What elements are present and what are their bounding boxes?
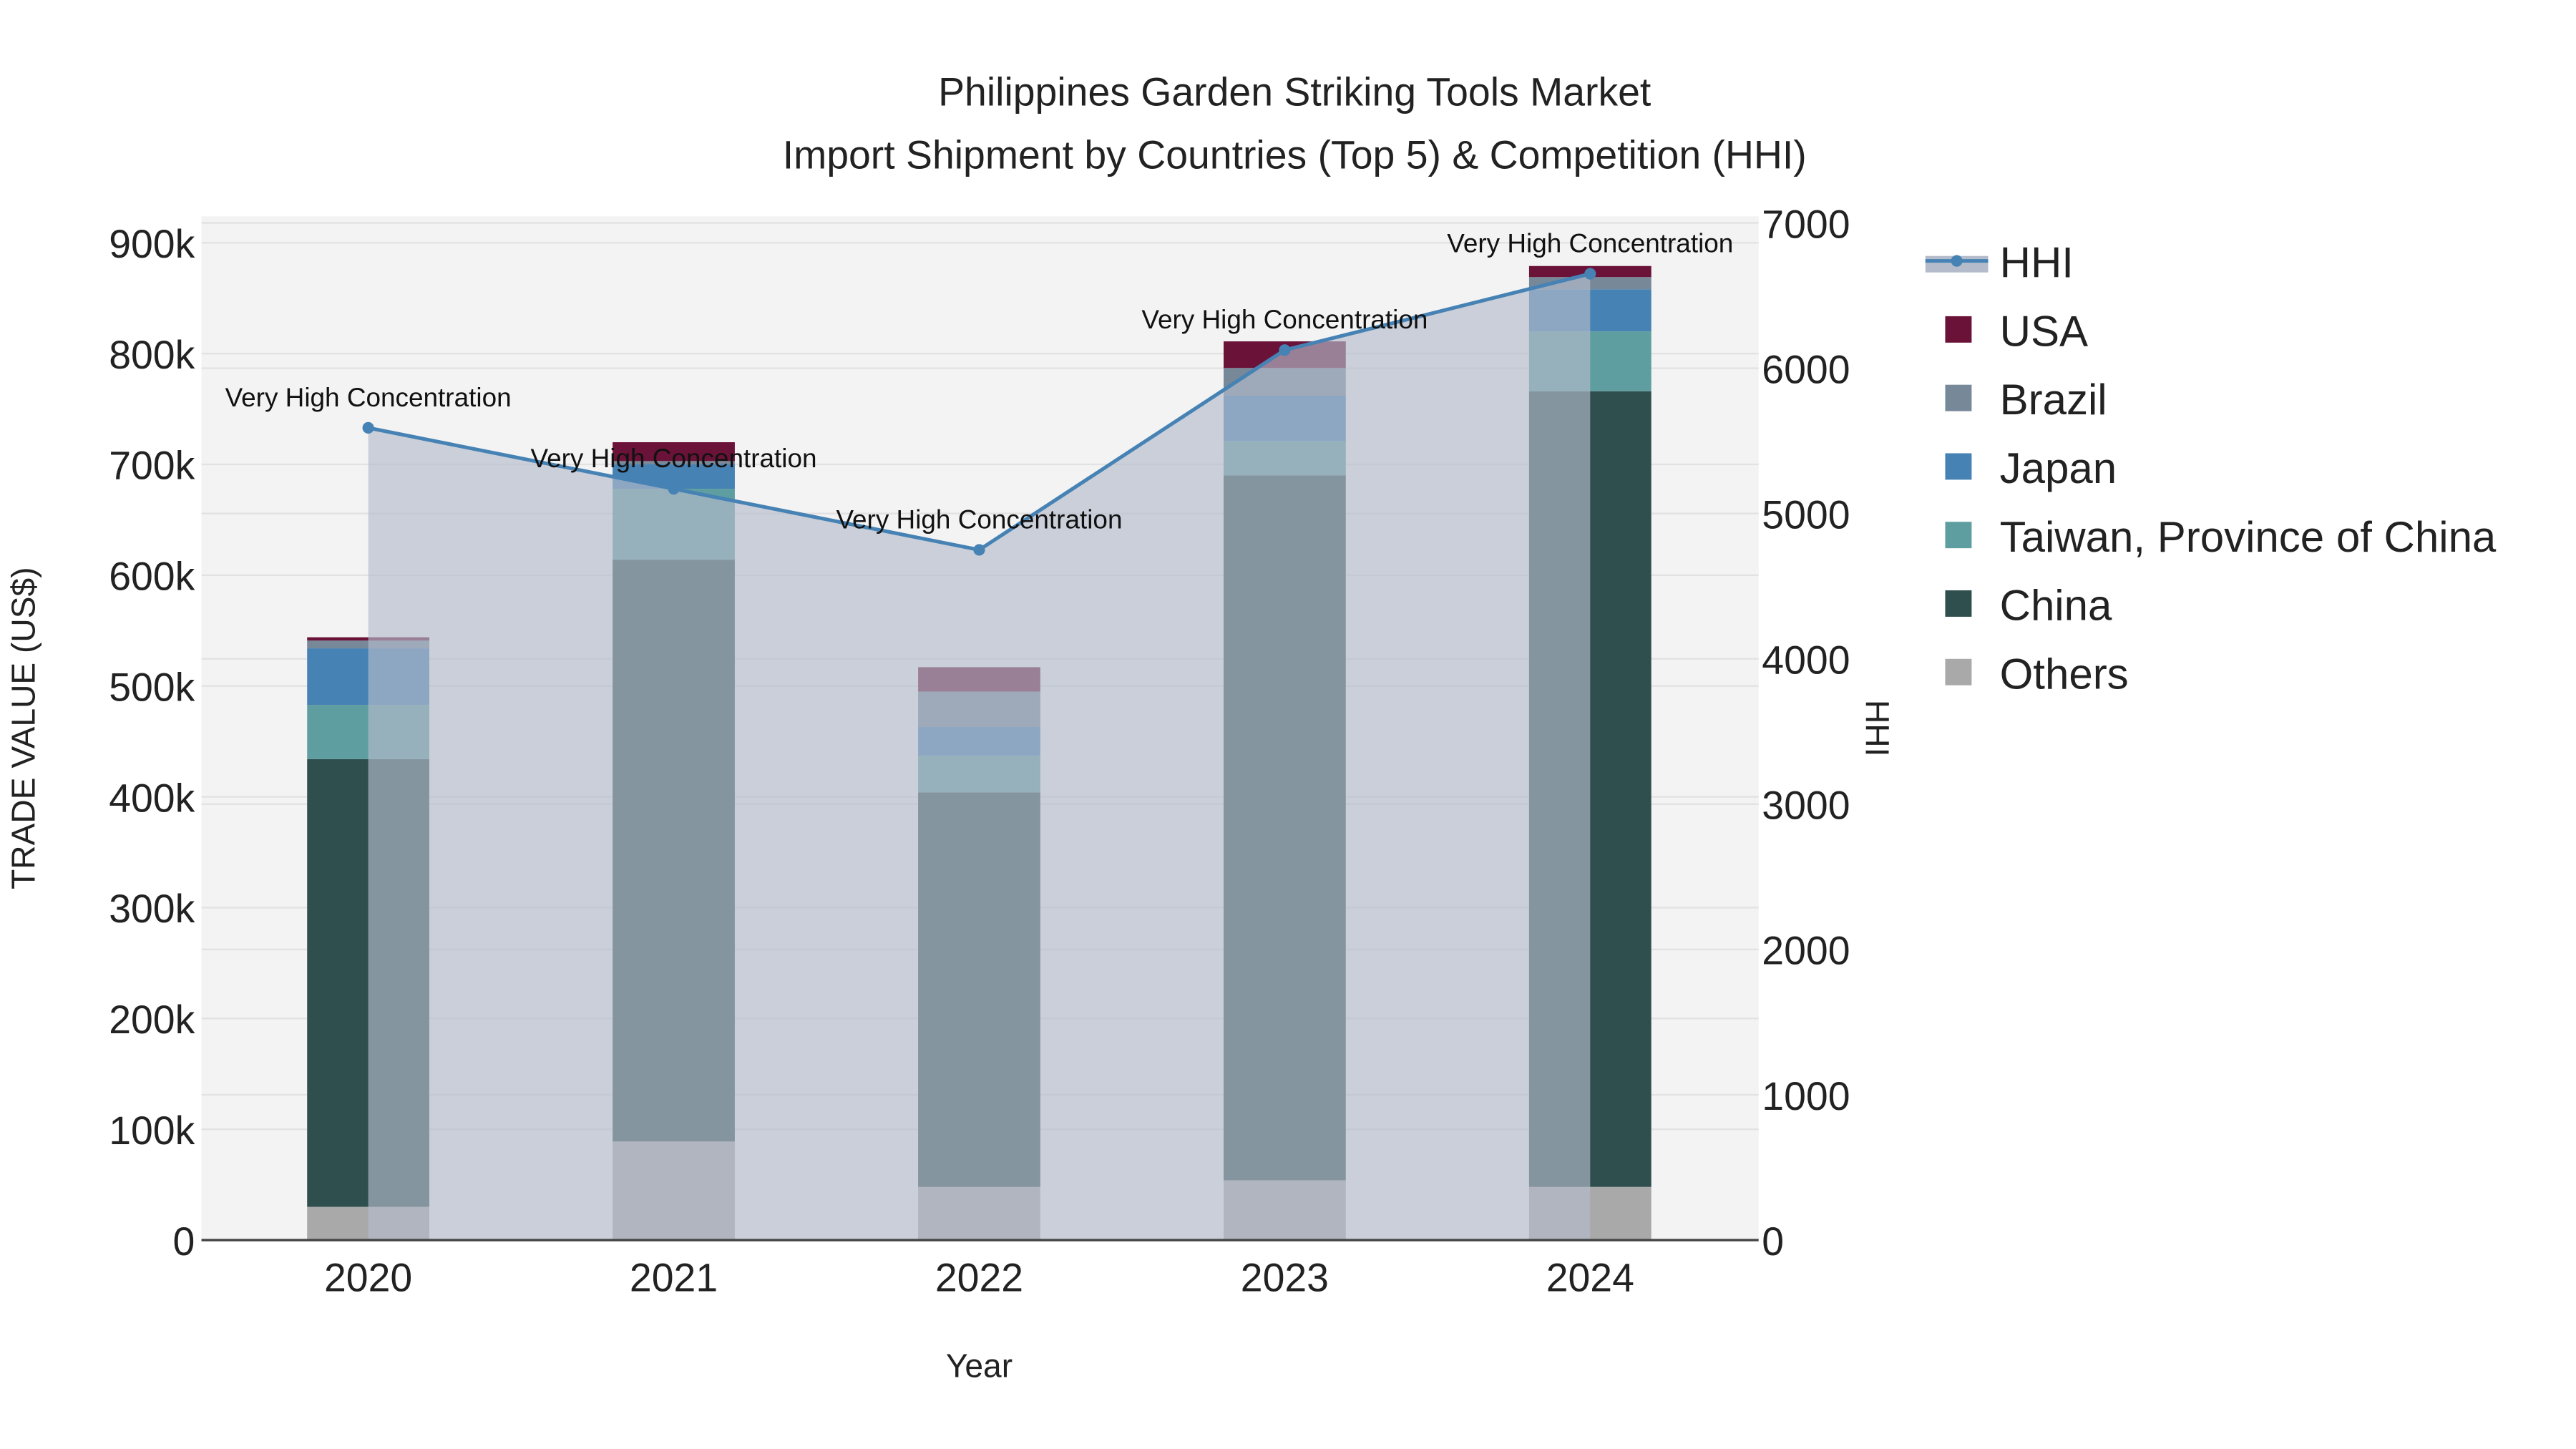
y-tick-label: 0 — [172, 1219, 195, 1264]
legend-hhi-marker — [1951, 255, 1963, 267]
hhi-point — [1584, 268, 1596, 280]
chart-title-line1: Philippines Garden Striking Tools Market — [938, 70, 1651, 114]
y-tick-label: 400k — [109, 776, 195, 820]
legend: HHI USA Brazil Japan Taiwan, Province of Chi… — [1925, 239, 2497, 698]
x-tick-label: 2023 — [1241, 1256, 1329, 1300]
legend-swatch — [1945, 590, 1972, 617]
legend-swatch — [1945, 658, 1972, 686]
hhi-point — [1279, 344, 1291, 356]
y2-tick-label: 4000 — [1762, 638, 1850, 683]
y-tick-label: 600k — [109, 555, 195, 599]
x-tick-label: 2021 — [630, 1256, 718, 1300]
y-axis-ticks: 0 100k 200k 300k 400k 500k 600k 700k 800k 900k — [109, 222, 195, 1264]
y2-axis-label: HHI — [1859, 700, 1896, 756]
hhi-annotation: Very High Concentration — [1141, 305, 1428, 334]
y2-tick-label: 6000 — [1762, 347, 1850, 391]
hhi-annotation: Very High Concentration — [531, 444, 817, 473]
legend-label: USA — [2000, 307, 2088, 355]
x-axis-ticks: 2020 2021 2022 2023 2024 — [324, 1256, 1634, 1300]
x-axis-label: Year — [946, 1347, 1013, 1385]
legend-swatch — [1945, 453, 1972, 480]
legend-label: Others — [2000, 650, 2129, 698]
chart: Very High Concentration Very High Concent… — [4, 70, 2497, 1385]
y2-tick-label: 2000 — [1762, 929, 1850, 973]
hhi-point — [362, 421, 374, 434]
y-tick-label: 300k — [109, 887, 195, 931]
x-tick-label: 2024 — [1546, 1256, 1634, 1300]
legend-swatch — [1945, 522, 1972, 549]
y-tick-label: 200k — [109, 997, 195, 1042]
y2-axis-ticks: 0 1000 2000 3000 4000 5000 6000 7000 — [1762, 202, 1850, 1264]
hhi-point — [668, 483, 680, 495]
y-tick-label: 500k — [109, 665, 195, 709]
y-axis-label: TRADE VALUE (US$) — [4, 567, 42, 889]
y-tick-label: 700k — [109, 444, 195, 488]
hhi-annotation: Very High Concentration — [836, 504, 1122, 534]
y2-tick-label: 1000 — [1762, 1074, 1850, 1118]
hhi-annotation: Very High Concentration — [1447, 229, 1733, 258]
y2-tick-label: 3000 — [1762, 784, 1850, 828]
chart-title-line2: Import Shipment by Countries (Top 5) & C… — [783, 132, 1807, 177]
legend-label: China — [2000, 582, 2112, 630]
legend-label: HHI — [2000, 239, 2074, 287]
hhi-point — [973, 544, 985, 556]
legend-label: Taiwan, Province of China — [2000, 513, 2497, 561]
legend-swatch — [1945, 316, 1972, 343]
x-tick-label: 2022 — [935, 1256, 1023, 1300]
y-tick-label: 800k — [109, 333, 195, 377]
y2-tick-label: 0 — [1762, 1219, 1784, 1264]
legend-swatch — [1945, 384, 1972, 411]
legend-label: Japan — [2000, 444, 2117, 492]
y2-tick-label: 5000 — [1762, 492, 1850, 537]
hhi-annotation: Very High Concentration — [225, 383, 512, 412]
legend-label: Brazil — [2000, 376, 2107, 424]
y-tick-label: 100k — [109, 1108, 195, 1153]
y-tick-label: 900k — [109, 222, 195, 266]
y2-tick-label: 7000 — [1762, 202, 1850, 246]
x-tick-label: 2020 — [324, 1256, 412, 1300]
